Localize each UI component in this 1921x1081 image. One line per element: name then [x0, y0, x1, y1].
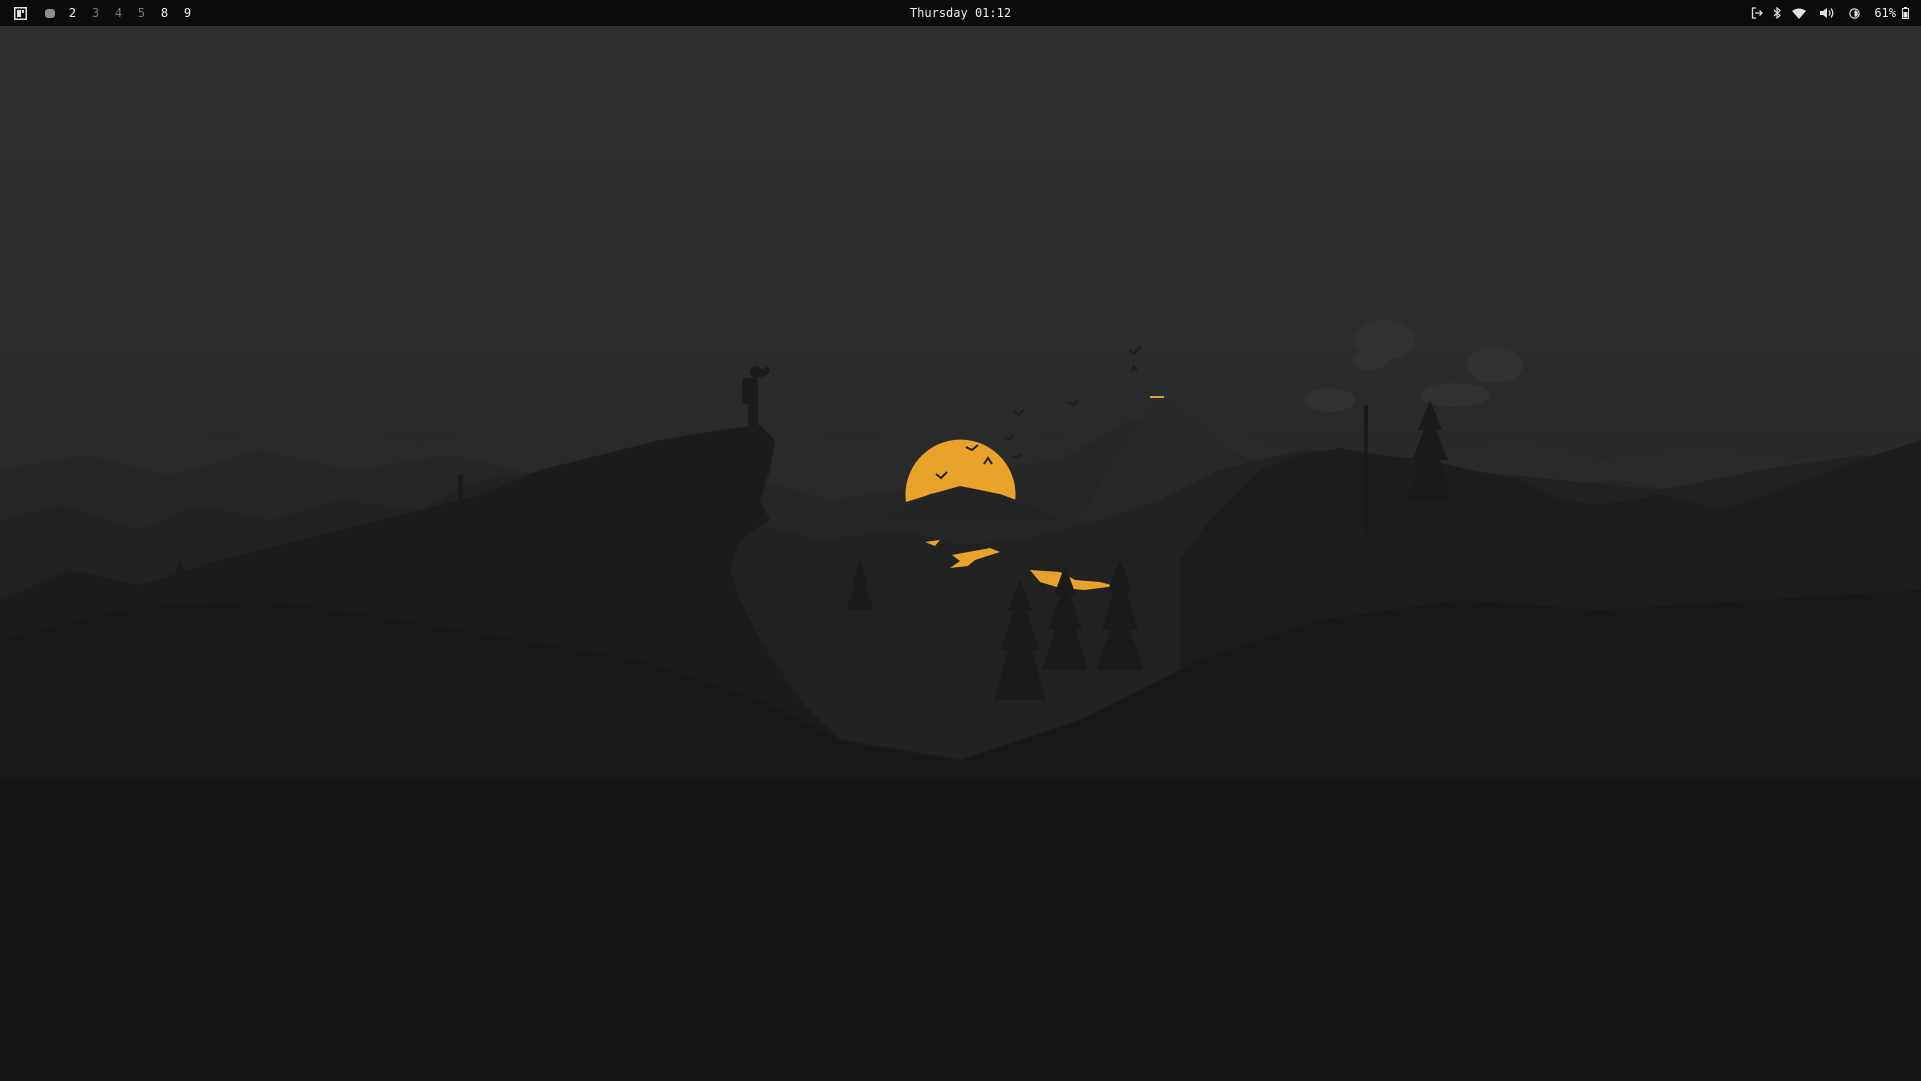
logout-icon[interactable] [1751, 0, 1764, 26]
workspace-5-button[interactable]: 5 [130, 0, 153, 26]
clock-container: Thursday 01:12 [0, 0, 1921, 26]
app-launcher-button[interactable] [12, 5, 28, 21]
workspace-3-button[interactable]: 3 [84, 0, 107, 26]
brightness-icon-svg [1849, 7, 1861, 19]
workspace-4-button[interactable]: 4 [107, 0, 130, 26]
clock-label[interactable]: Thursday 01:12 [910, 6, 1011, 20]
workspace-1-button[interactable] [38, 0, 61, 26]
bluetooth-icon[interactable] [1773, 0, 1782, 26]
brightness-icon[interactable] [1849, 0, 1861, 26]
logout-icon-svg [1752, 7, 1764, 19]
battery-percent[interactable]: 61% [1874, 6, 1896, 20]
workspace-9-button[interactable]: 9 [176, 0, 199, 26]
workspace-switcher: 2 3 4 5 8 9 [12, 0, 199, 26]
top-bar: 2 3 4 5 8 9 Thursday 01:12 61% [0, 0, 1921, 26]
app-grid-icon [13, 6, 27, 20]
workspace-8-button[interactable]: 8 [153, 0, 176, 26]
battery-icon-svg [1902, 7, 1909, 19]
bluetooth-icon-svg [1773, 7, 1782, 19]
workspace-2-button[interactable]: 2 [61, 0, 84, 26]
wallpaper-image [0, 0, 1921, 1081]
system-tray: 61% [1741, 0, 1909, 26]
wifi-icon[interactable] [1792, 0, 1807, 26]
wifi-icon-svg [1792, 8, 1807, 19]
desktop: 2 3 4 5 8 9 Thursday 01:12 61% [0, 0, 1921, 1081]
battery-icon[interactable] [1902, 0, 1909, 26]
volume-icon[interactable] [1820, 0, 1835, 26]
active-workspace-icon [44, 8, 55, 18]
volume-icon-svg [1820, 8, 1834, 18]
